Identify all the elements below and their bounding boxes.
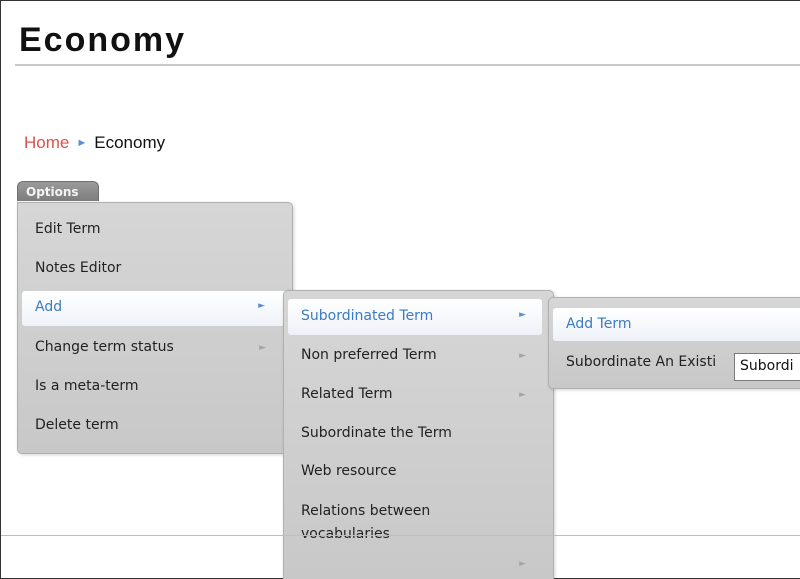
- page-title: Economy: [19, 21, 187, 59]
- menu-item-related-term[interactable]: Related Term ►: [284, 386, 553, 408]
- submenu-arrow-icon: ►: [519, 390, 526, 400]
- content-bottom-divider: [1, 535, 800, 536]
- menu-item-label: Notes Editor: [35, 260, 122, 276]
- menu-item-more[interactable]: ►: [284, 555, 553, 577]
- menu-item-add[interactable]: Add ►: [22, 291, 288, 326]
- submenu-arrow-icon: ►: [259, 343, 266, 353]
- breadcrumb-separator-icon: ►: [76, 137, 88, 149]
- menu-item-label: Web resource: [301, 463, 397, 479]
- submenu-arrow-icon: ►: [519, 559, 526, 569]
- page-frame: Economy Home ► Economy Options Edit Term…: [0, 0, 800, 579]
- options-tab[interactable]: Options: [17, 181, 99, 201]
- menu-item-delete-term[interactable]: Delete term: [18, 417, 292, 439]
- menu-item-label: Subordinate the Term: [301, 425, 452, 441]
- menu-item-label: Related Term: [301, 386, 393, 402]
- menu-item-label: Change term status: [35, 339, 174, 355]
- submenu-arrow-icon: ►: [519, 351, 526, 361]
- menu-item-label: Non preferred Term: [301, 347, 437, 363]
- submenu-arrow-icon: ►: [258, 301, 265, 311]
- menu-item-edit-term[interactable]: Edit Term: [18, 221, 292, 243]
- menu-item-subordinate-the-term[interactable]: Subordinate the Term: [284, 425, 553, 447]
- menu-item-relations-between-vocabularies[interactable]: Relations between vocabularies: [284, 500, 464, 546]
- menu-item-subordinated-term[interactable]: Subordinated Term ►: [288, 299, 542, 335]
- menu-item-change-term-status[interactable]: Change term status ►: [18, 339, 292, 361]
- menu-item-label: Edit Term: [35, 221, 101, 237]
- title-divider: [15, 64, 800, 66]
- options-menu: Edit Term Notes Editor Add ► Change term…: [17, 202, 293, 454]
- breadcrumb-home-link[interactable]: Home: [24, 133, 69, 153]
- menu-item-label: Is a meta-term: [35, 378, 139, 394]
- breadcrumb-current: Economy: [94, 133, 166, 152]
- menu-item-is-a-meta-term[interactable]: Is a meta-term: [18, 378, 292, 400]
- menu-item-add-term[interactable]: Add Term: [553, 308, 800, 341]
- subordinate-term-input[interactable]: Subordi: [734, 353, 800, 381]
- menu-item-label: Add Term: [566, 316, 632, 332]
- menu-item-label: Add: [35, 299, 63, 315]
- menu-item-label: Relations between vocabularies: [301, 503, 431, 542]
- menu-item-web-resource[interactable]: Web resource: [284, 463, 553, 485]
- menu-item-notes-editor[interactable]: Notes Editor: [18, 260, 292, 282]
- breadcrumb: Home ► Economy: [24, 133, 165, 153]
- submenu-arrow-icon: ►: [519, 310, 526, 320]
- menu-item-label: Subordinate An Existi: [566, 354, 717, 370]
- menu-item-label: Delete term: [35, 417, 119, 433]
- menu-item-non-preferred-term[interactable]: Non preferred Term ►: [284, 347, 553, 369]
- menu-item-label: Subordinated Term: [301, 308, 434, 324]
